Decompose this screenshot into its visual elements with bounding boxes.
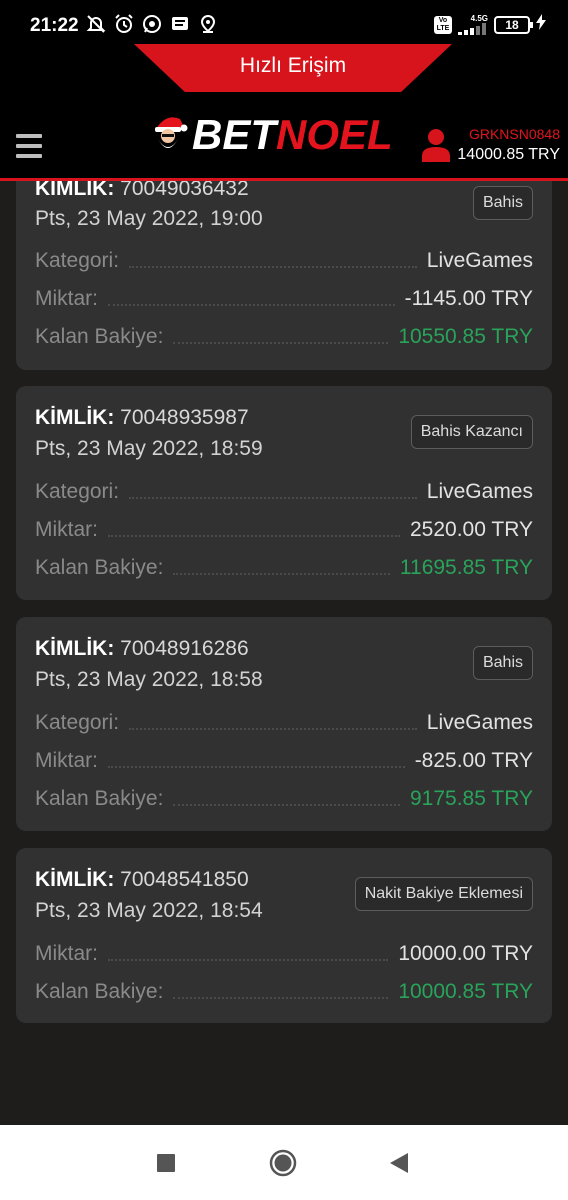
username[interactable]: GRKNSN0848 bbox=[469, 126, 560, 142]
whatsapp-icon bbox=[142, 14, 162, 34]
recents-button[interactable] bbox=[152, 1149, 180, 1177]
transaction-id: KİMLİK: 70048541850 bbox=[35, 868, 249, 891]
transaction-date: Pts, 23 May 2022, 18:54 bbox=[35, 899, 263, 922]
status-icons-left bbox=[86, 14, 218, 34]
transaction-date: Pts, 23 May 2022, 18:58 bbox=[35, 668, 263, 691]
remaining-balance-row: Kalan Bakiye: 10000.85 TRY bbox=[35, 980, 533, 1003]
remaining-balance-row: Kalan Bakiye: 9175.85 TRY bbox=[35, 787, 533, 810]
message-icon bbox=[170, 14, 190, 34]
transaction-card: KİMLİK: 70048935987 Pts, 23 May 2022, 18… bbox=[16, 386, 552, 600]
system-navigation-bar bbox=[0, 1125, 568, 1200]
transaction-type-badge: Bahis bbox=[472, 646, 533, 680]
mute-notifications-icon bbox=[86, 14, 106, 34]
status-icons-right: Vo LTE 4.5G 18 bbox=[434, 14, 546, 35]
category-row: Kategori: LiveGames bbox=[35, 480, 533, 503]
transaction-date: Pts, 23 May 2022, 18:59 bbox=[35, 437, 263, 460]
status-time: 21:22 bbox=[30, 15, 79, 36]
location-icon bbox=[198, 14, 218, 34]
amount-row: Miktar: -1145.00 TRY bbox=[35, 287, 533, 310]
transaction-list[interactable]: KİMLİK: 70049036432 Pts, 23 May 2022, 19… bbox=[0, 181, 568, 1125]
transaction-id: KİMLİK: 70048935987 bbox=[35, 406, 249, 429]
amount-row: Miktar: 2520.00 TRY bbox=[35, 518, 533, 541]
transaction-id: KİMLİK: 70048916286 bbox=[35, 637, 249, 660]
category-row: Kategori: LiveGames bbox=[35, 711, 533, 734]
logo-noel-text: NOEL bbox=[276, 111, 393, 158]
transaction-type-badge: Bahis bbox=[472, 186, 533, 220]
account-balance: 14000.85 TRY bbox=[457, 146, 560, 163]
status-bar: 21:22 Vo LTE 4.5G 18 bbox=[0, 0, 568, 44]
remaining-balance-row: Kalan Bakiye: 11695.85 TRY bbox=[35, 556, 533, 579]
back-button[interactable] bbox=[385, 1149, 413, 1177]
remaining-balance-row: Kalan Bakiye: 10550.85 TRY bbox=[35, 325, 533, 348]
alarm-icon bbox=[114, 14, 134, 34]
transaction-date: Pts, 23 May 2022, 19:00 bbox=[35, 207, 263, 230]
category-row: Kategori: LiveGames bbox=[35, 249, 533, 272]
square-icon bbox=[157, 1154, 175, 1172]
battery-icon: 18 bbox=[494, 15, 533, 34]
signal-icon: 4.5G bbox=[458, 14, 488, 35]
home-button[interactable] bbox=[269, 1149, 297, 1177]
volte-icon: Vo LTE bbox=[434, 15, 452, 34]
transaction-type-badge: Nakit Bakiye Eklemesi bbox=[354, 877, 533, 911]
back-triangle-icon bbox=[390, 1153, 408, 1173]
quick-access-label[interactable]: Hızlı Erişim bbox=[134, 54, 452, 78]
transaction-card: KİMLİK: 70049036432 Pts, 23 May 2022, 19… bbox=[16, 181, 552, 370]
transaction-card: KİMLİK: 70048916286 Pts, 23 May 2022, 18… bbox=[16, 617, 552, 831]
charging-icon bbox=[536, 14, 546, 35]
betnoel-logo[interactable]: BETNOEL bbox=[150, 110, 393, 160]
transaction-type-badge: Bahis Kazancı bbox=[410, 415, 533, 449]
menu-icon[interactable] bbox=[16, 134, 42, 158]
amount-row: Miktar: -825.00 TRY bbox=[35, 749, 533, 772]
user-icon[interactable] bbox=[422, 128, 450, 162]
transaction-id: KİMLİK: 70049036432 bbox=[35, 181, 249, 200]
site-header: Hızlı Erişim BETNOEL GRKNSN0848 14000.85… bbox=[0, 44, 568, 179]
transaction-card: KİMLİK: 70048541850 Pts, 23 May 2022, 18… bbox=[16, 848, 552, 1023]
logo-bet-text: BET bbox=[192, 111, 276, 158]
circle-icon bbox=[269, 1149, 297, 1177]
amount-row: Miktar: 10000.00 TRY bbox=[35, 942, 533, 965]
santa-icon bbox=[155, 117, 188, 148]
